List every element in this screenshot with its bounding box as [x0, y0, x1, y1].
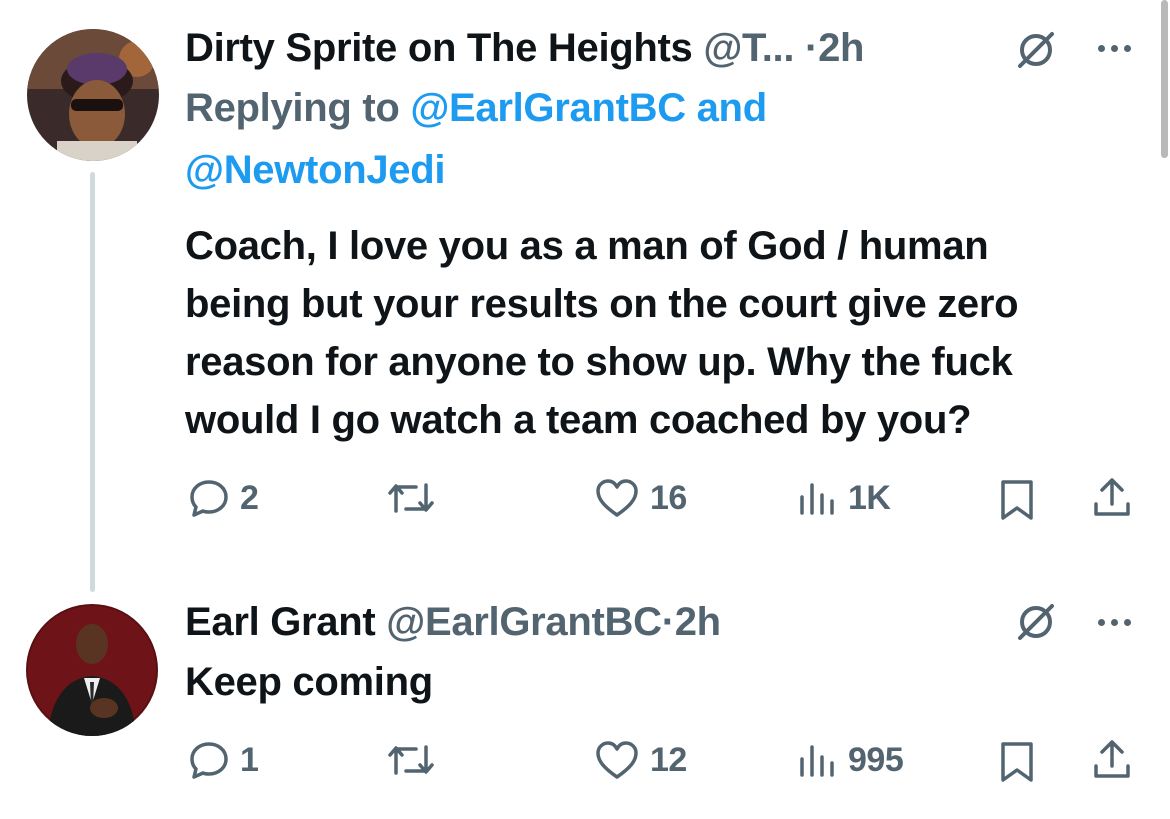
- bookmark-icon: [1001, 480, 1033, 520]
- tweet1-view-count: 1K: [848, 478, 891, 517]
- like-icon: [596, 479, 638, 517]
- tweet1-text-line: would I go watch a team coached by you?: [185, 398, 972, 442]
- grok-icon[interactable]: [1014, 28, 1058, 72]
- tweet2-view-count: 995: [848, 740, 904, 779]
- tweet1-replying-line1: Replying to @EarlGrantBC and: [185, 84, 767, 132]
- more-icon[interactable]: [1098, 612, 1142, 632]
- share-icon: [1094, 478, 1130, 516]
- mention-earlgrantbc[interactable]: @EarlGrantBC: [410, 86, 686, 130]
- tweet1-handle[interactable]: @T...: [703, 26, 794, 70]
- tweet1-replying-line2: @NewtonJedi: [185, 146, 445, 194]
- tweet1-reply-count: 2: [240, 478, 259, 517]
- replying-to-label: Replying to: [185, 86, 400, 130]
- grok-icon[interactable]: [1014, 600, 1058, 644]
- tweet2-share-button[interactable]: [1090, 738, 1134, 782]
- retweet-icon: [388, 745, 434, 775]
- tweet2-reply-button[interactable]: 1: [188, 738, 259, 782]
- tweet1-time[interactable]: 2h: [818, 26, 864, 70]
- tweet1-reply-button[interactable]: 2: [188, 476, 259, 520]
- avatar-earl-grant[interactable]: [26, 604, 158, 736]
- tweet2-time[interactable]: 2h: [675, 600, 721, 644]
- tweet2-bookmark-button[interactable]: [998, 740, 1036, 784]
- tweet1-header: Dirty Sprite on The Heights @T... ·2h: [185, 24, 864, 72]
- tweet2-display-name[interactable]: Earl Grant: [185, 600, 376, 644]
- tweet2-reply-count: 1: [240, 740, 259, 779]
- reply-icon: [190, 742, 228, 779]
- tweet1-text-line: reason for anyone to show up. Why the fu…: [185, 340, 1013, 384]
- share-icon: [1094, 740, 1130, 778]
- thread-connector-line: [90, 172, 95, 592]
- like-icon: [596, 741, 638, 779]
- tweet1-like-button[interactable]: 16: [594, 476, 687, 520]
- tweet1-share-button[interactable]: [1090, 476, 1134, 520]
- reply-icon: [190, 480, 228, 517]
- scrollbar[interactable]: [1161, 0, 1168, 158]
- tweet2-views-button[interactable]: 995: [796, 738, 904, 782]
- avatar-image: [27, 29, 159, 161]
- bookmark-icon: [1001, 742, 1033, 782]
- retweet-icon: [388, 483, 434, 513]
- tweet2-retweet-button[interactable]: [386, 738, 436, 782]
- mention-newtonjedi[interactable]: @NewtonJedi: [185, 148, 445, 192]
- tweet2-like-button[interactable]: 12: [594, 738, 687, 782]
- tweet2-handle[interactable]: @EarlGrantBC: [386, 600, 662, 644]
- views-icon: [800, 483, 834, 515]
- avatar-dirty-sprite[interactable]: [27, 29, 159, 161]
- tweet1-bookmark-button[interactable]: [998, 478, 1036, 522]
- avatar-image: [26, 604, 158, 736]
- tweet1-retweet-button[interactable]: [386, 476, 436, 520]
- tweet1-text-line: Coach, I love you as a man of God / huma…: [185, 224, 989, 268]
- views-icon: [800, 745, 834, 777]
- tweet1-text-line: being but your results on the court give…: [185, 282, 1019, 326]
- tweet1-display-name[interactable]: Dirty Sprite on The Heights: [185, 26, 693, 70]
- tweet2-header: Earl Grant @EarlGrantBC·2h: [185, 598, 721, 646]
- tweet1-like-count: 16: [650, 478, 687, 517]
- tweet1-separator: ·: [805, 26, 819, 70]
- more-icon[interactable]: [1098, 38, 1142, 58]
- replying-and[interactable]: and: [697, 86, 768, 130]
- tweet2-separator: ·: [661, 600, 675, 644]
- tweet2-text: Keep coming: [185, 660, 433, 704]
- tweet1-views-button[interactable]: 1K: [796, 476, 891, 520]
- tweet2-like-count: 12: [650, 740, 687, 779]
